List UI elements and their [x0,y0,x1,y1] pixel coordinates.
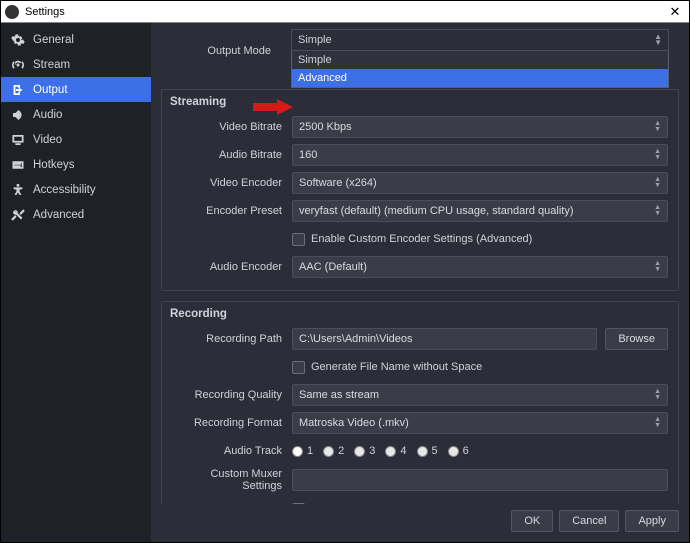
sidebar-item-general[interactable]: General [1,27,151,52]
recording-format-value: Matroska Video (.mkv) [299,417,409,429]
encoder-preset-value: veryfast (default) (medium CPU usage, st… [299,205,574,217]
audio-bitrate-label: Audio Bitrate [172,149,292,161]
output-mode-option-advanced[interactable]: Advanced [292,69,668,87]
recording-format-select[interactable]: Matroska Video (.mkv) ▲▼ [292,412,668,434]
keyboard-icon [11,158,25,172]
output-mode-select[interactable]: Simple ▲▼ Simple Advanced [291,29,669,88]
sidebar-item-video[interactable]: Video [1,127,151,152]
tools-icon [11,208,25,222]
chevron-updown-icon: ▲▼ [654,417,661,429]
audio-track-2-radio[interactable] [323,446,334,457]
spinner-buttons[interactable]: ▲▼ [654,121,661,133]
footer-buttons: OK Cancel Apply [151,504,689,542]
chevron-updown-icon: ▲▼ [654,389,661,401]
speaker-icon [11,108,25,122]
recording-format-label: Recording Format [172,417,292,429]
video-encoder-label: Video Encoder [172,177,292,189]
recording-title: Recording [170,308,668,320]
sidebar-item-accessibility[interactable]: Accessibility [1,177,151,202]
accessibility-icon [11,183,25,197]
audio-track-6-radio[interactable] [448,446,459,457]
titlebar: Settings ✕ [1,1,689,23]
audio-track-group: 1 2 3 4 5 6 [292,445,469,457]
output-mode-options: Simple Advanced [291,51,669,88]
video-encoder-value: Software (x264) [299,177,377,189]
sidebar-item-label: Video [33,134,62,146]
gen-filename-no-space-label: Generate File Name without Space [311,361,482,373]
custom-muxer-input[interactable] [292,469,668,491]
audio-track-3-radio[interactable] [354,446,365,457]
chevron-updown-icon: ▲▼ [654,177,661,189]
encoder-preset-label: Encoder Preset [172,205,292,217]
recording-quality-value: Same as stream [299,389,379,401]
audio-bitrate-value: 160 [299,149,317,161]
sidebar-item-label: Audio [33,109,62,121]
content-area: Output Mode Simple ▲▼ Simple Advanced [151,23,689,504]
sidebar-item-label: General [33,34,74,46]
gear-icon [11,33,25,47]
window-title: Settings [25,6,665,18]
browse-button[interactable]: Browse [605,328,668,350]
sidebar-item-advanced[interactable]: Advanced [1,202,151,227]
video-encoder-select[interactable]: Software (x264) ▲▼ [292,172,668,194]
recording-group: Recording Recording Path C:\Users\Admin\… [161,301,679,504]
audio-encoder-value: AAC (Default) [299,261,367,273]
window-body: General Stream Output Audio Video Hotkey… [1,23,689,542]
recording-quality-select[interactable]: Same as stream ▲▼ [292,384,668,406]
enable-custom-encoder-label: Enable Custom Encoder Settings (Advanced… [311,233,532,245]
settings-window: Settings ✕ General Stream Output Audio [0,0,690,543]
close-icon[interactable]: ✕ [665,4,685,20]
streaming-title: Streaming [170,96,668,108]
sidebar-item-stream[interactable]: Stream [1,52,151,77]
audio-track-label: Audio Track [172,445,292,457]
sidebar-item-label: Accessibility [33,184,96,196]
streaming-group: Streaming Video Bitrate 2500 Kbps ▲▼ Aud… [161,89,679,291]
sidebar-item-hotkeys[interactable]: Hotkeys [1,152,151,177]
broadcast-icon [11,58,25,72]
output-mode-selected-text: Simple [298,34,332,46]
audio-encoder-label: Audio Encoder [172,261,292,273]
encoder-preset-select[interactable]: veryfast (default) (medium CPU usage, st… [292,200,668,222]
sidebar: General Stream Output Audio Video Hotkey… [1,23,151,542]
chevron-updown-icon: ▲▼ [654,149,661,161]
chevron-updown-icon: ▲▼ [654,261,661,273]
sidebar-item-label: Hotkeys [33,159,75,171]
audio-track-4-radio[interactable] [385,446,396,457]
gen-filename-no-space-checkbox[interactable] [292,361,305,374]
custom-muxer-label: Custom Muxer Settings [172,468,292,492]
chevron-updown-icon: ▲▼ [654,34,662,46]
sidebar-item-label: Stream [33,59,70,71]
enable-replay-buffer-checkbox[interactable] [292,503,305,505]
video-bitrate-label: Video Bitrate [172,121,292,133]
output-mode-option-simple[interactable]: Simple [292,51,668,69]
enable-custom-encoder-checkbox[interactable] [292,233,305,246]
audio-track-1-radio[interactable] [292,446,303,457]
output-icon [11,83,25,97]
enable-replay-buffer-label: Enable Replay Buffer [311,503,415,504]
audio-encoder-select[interactable]: AAC (Default) ▲▼ [292,256,668,278]
audio-track-5-radio[interactable] [417,446,428,457]
main-panel: Output Mode Simple ▲▼ Simple Advanced [151,23,689,542]
chevron-updown-icon: ▲▼ [654,205,661,217]
recording-path-label: Recording Path [172,333,292,345]
recording-quality-label: Recording Quality [172,389,292,401]
recording-path-value: C:\Users\Admin\Videos [299,333,413,345]
audio-bitrate-select[interactable]: 160 ▲▼ [292,144,668,166]
recording-path-input[interactable]: C:\Users\Admin\Videos [292,328,597,350]
video-bitrate-value: 2500 Kbps [299,121,352,133]
output-mode-label: Output Mode [161,45,281,57]
sidebar-item-output[interactable]: Output [1,77,151,102]
ok-button[interactable]: OK [511,510,553,532]
apply-button[interactable]: Apply [625,510,679,532]
video-bitrate-input[interactable]: 2500 Kbps ▲▼ [292,116,668,138]
app-icon [5,5,19,19]
output-mode-selected[interactable]: Simple ▲▼ [291,29,669,51]
cancel-button[interactable]: Cancel [559,510,619,532]
output-mode-row: Output Mode Simple ▲▼ Simple Advanced [161,29,679,73]
monitor-icon [11,133,25,147]
sidebar-item-label: Output [33,84,68,96]
sidebar-item-label: Advanced [33,209,84,221]
sidebar-item-audio[interactable]: Audio [1,102,151,127]
